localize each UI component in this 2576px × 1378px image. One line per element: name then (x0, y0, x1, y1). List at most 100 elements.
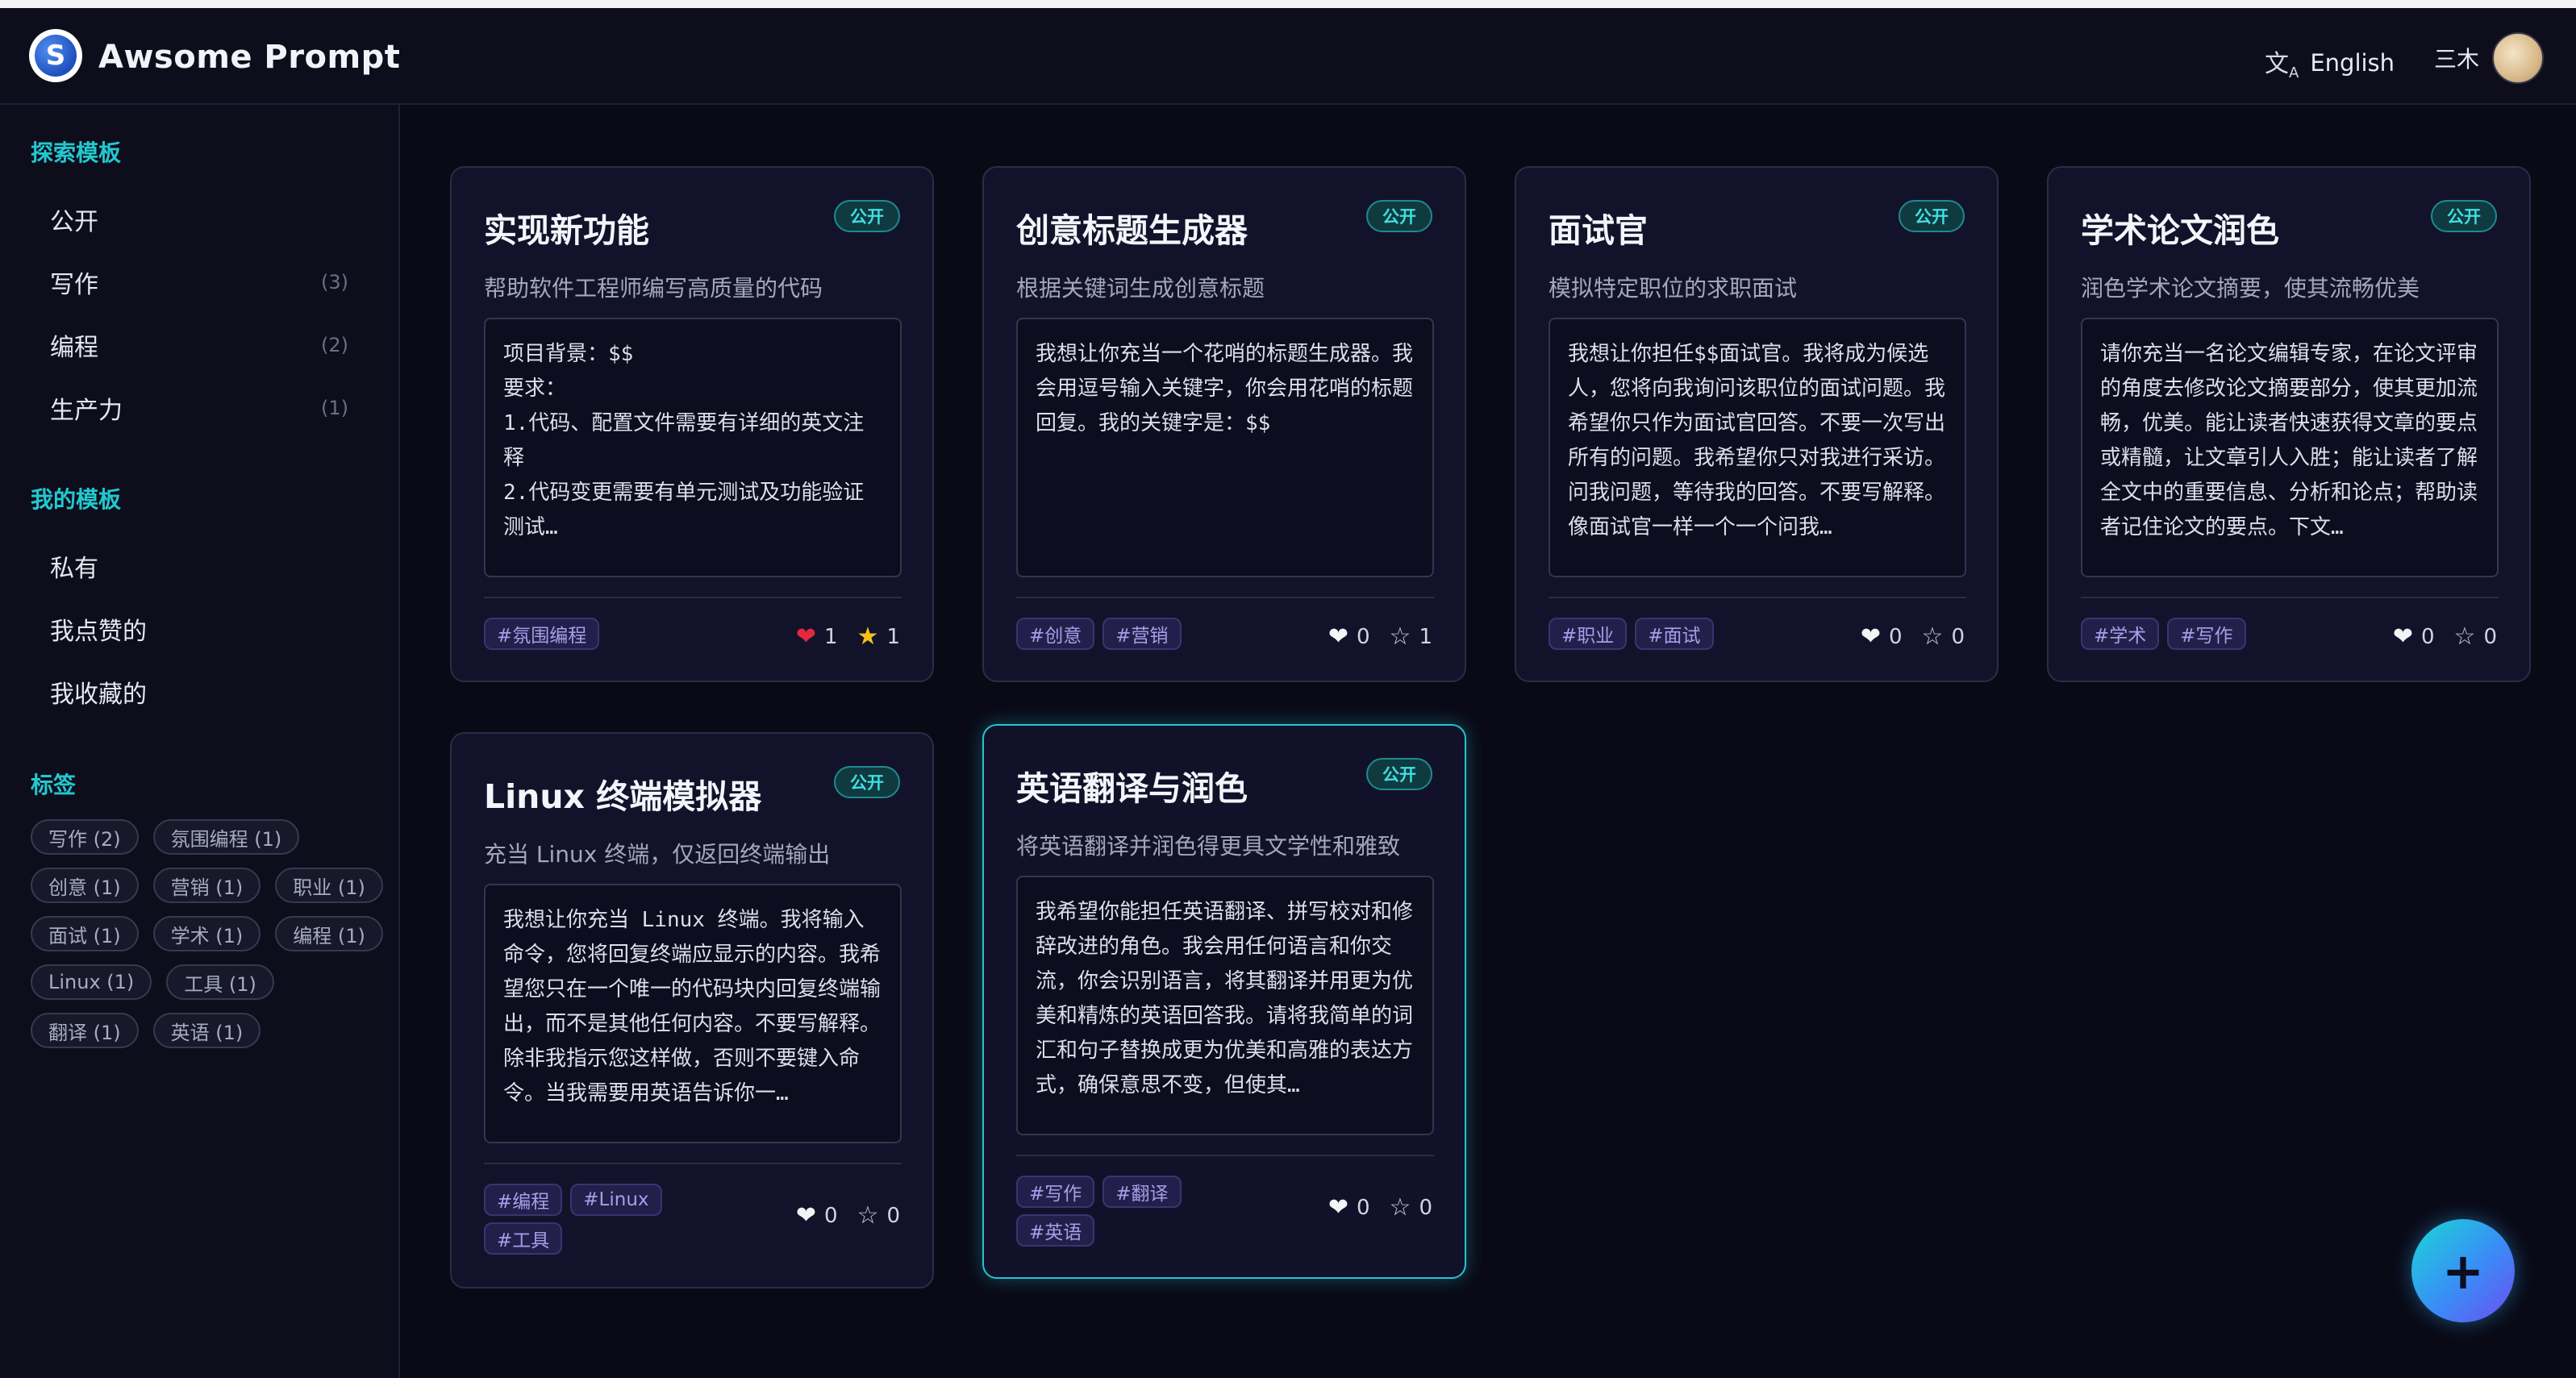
tag-chip[interactable]: 职业 (1) (275, 868, 383, 903)
avatar[interactable] (2492, 32, 2545, 84)
sidebar-item-private[interactable]: 私有 (50, 548, 348, 584)
public-badge: 公开 (1366, 200, 1432, 232)
tag-chip[interactable]: 面试 (1) (31, 916, 139, 951)
sidebar-item-programming[interactable]: 编程 (2) (50, 327, 348, 363)
card-tags: #编程 #Linux #工具 (484, 1184, 726, 1255)
like-button[interactable]: ❤ 0 (1328, 622, 1370, 651)
sidebar-item-label: 写作 (50, 271, 98, 299)
sidebar-item-liked[interactable]: 我点赞的 (50, 611, 348, 647)
tag-chip[interactable]: 学术 (1) (152, 916, 261, 951)
my-templates-section-title: 我的模板 (31, 486, 122, 513)
card-tag[interactable]: #Linux (570, 1184, 662, 1216)
logo-mark: S (35, 35, 77, 77)
window-top-strip (0, 0, 2576, 8)
card-tag[interactable]: #翻译 (1103, 1176, 1182, 1208)
sidebar-item-count: (1) (321, 397, 348, 419)
language-label: English (2310, 48, 2395, 77)
card-stats: ❤ 0 ☆ 1 (1328, 622, 1432, 651)
card-tag[interactable]: #创意 (1016, 618, 1095, 650)
card-tag[interactable]: #写作 (2167, 618, 2246, 650)
heart-filled-icon: ❤ (795, 622, 816, 651)
favorite-button[interactable]: ☆ 0 (857, 1201, 900, 1230)
template-card[interactable]: 学术论文润色 公开 润色学术论文摘要，使其流畅优美 请你充当一名论文编辑专家，在… (2047, 166, 2531, 682)
favorite-button[interactable]: ★ 1 (857, 622, 900, 651)
app-logo[interactable]: S (29, 29, 82, 82)
public-badge: 公开 (834, 766, 900, 798)
like-count: 0 (1357, 1195, 1370, 1220)
favorite-button[interactable]: ☆ 0 (1390, 1193, 1432, 1222)
card-tag[interactable]: #面试 (1635, 618, 1714, 650)
heart-icon: ❤ (1860, 622, 1881, 651)
star-outline-icon: ☆ (2453, 622, 2476, 651)
favorite-count: 0 (886, 1203, 900, 1228)
card-title: 学术论文润色 (2081, 211, 2279, 250)
star-filled-icon: ★ (857, 622, 879, 651)
like-count: 0 (1889, 624, 1903, 649)
prompt-preview: 我希望你能担任英语翻译、拼写校对和修辞改进的角色。我会用任何语言和你交流，你会识… (1016, 876, 1434, 1135)
sidebar: 探索模板 公开 写作 (3) 编程 (2) 生产力 (1) 我的模板 私有 我点… (0, 105, 400, 1378)
card-tag[interactable]: #写作 (1016, 1176, 1095, 1208)
card-tag[interactable]: #氛围编程 (484, 618, 600, 650)
sidebar-item-writing[interactable]: 写作 (3) (50, 264, 348, 300)
card-title: 英语翻译与润色 (1016, 769, 1248, 808)
card-tag[interactable]: #英语 (1016, 1214, 1095, 1247)
favorite-count: 1 (1419, 624, 1432, 649)
prompt-preview: 我想让你充当 Linux 终端。我将输入命令，您将回复终端应显示的内容。我希望您… (484, 884, 902, 1143)
card-tags: #创意 #营销 (1016, 618, 1258, 650)
translate-icon: 文A (2265, 50, 2299, 81)
card-title: 创意标题生成器 (1016, 211, 1248, 250)
like-button[interactable]: ❤ 0 (1861, 622, 1903, 651)
user-menu[interactable]: 三木 (2434, 32, 2545, 84)
sidebar-item-public[interactable]: 公开 (50, 202, 348, 237)
card-divider (1549, 597, 1966, 598)
card-tag[interactable]: #学术 (2081, 618, 2160, 650)
template-card[interactable]: 创意标题生成器 公开 根据关键词生成创意标题 我想让你充当一个花哨的标题生成器。… (982, 166, 1466, 682)
app-title[interactable]: Awsome Prompt (98, 39, 400, 76)
card-stats: ❤ 1 ★ 1 (796, 622, 900, 651)
card-title: Linux 终端模拟器 (484, 777, 762, 816)
card-tag[interactable]: #营销 (1103, 618, 1182, 650)
tag-chip[interactable]: 创意 (1) (31, 868, 139, 903)
like-button[interactable]: ❤ 0 (2393, 622, 2435, 651)
tag-chip[interactable]: 编程 (1) (275, 916, 383, 951)
favorite-button[interactable]: ☆ 0 (1922, 622, 1965, 651)
template-card[interactable]: Linux 终端模拟器 公开 充当 Linux 终端，仅返回终端输出 我想让你充… (450, 732, 934, 1288)
like-button[interactable]: ❤ 0 (1328, 1193, 1370, 1222)
tag-chip[interactable]: 翻译 (1) (31, 1013, 139, 1048)
template-card[interactable]: 面试官 公开 模拟特定职位的求职面试 我想让你担任$$面试官。我将成为候选人，您… (1515, 166, 1999, 682)
prompt-preview: 项目背景：$$ 要求： 1.代码、配置文件需要有详细的英文注释 2.代码变更需要… (484, 318, 902, 577)
tag-chip[interactable]: 营销 (1) (152, 868, 261, 903)
card-description: 根据关键词生成创意标题 (1016, 275, 1265, 302)
card-stats: ❤ 0 ☆ 0 (2393, 622, 2497, 651)
like-button[interactable]: ❤ 0 (796, 1201, 838, 1230)
like-count: 0 (1357, 624, 1370, 649)
card-tag[interactable]: #职业 (1549, 618, 1628, 650)
tag-chip[interactable]: 氛围编程 (1) (152, 819, 300, 855)
add-template-button[interactable]: + (2411, 1219, 2515, 1322)
card-divider (484, 597, 902, 598)
sidebar-item-label: 编程 (50, 334, 98, 362)
tag-chip[interactable]: 英语 (1) (152, 1013, 261, 1048)
sidebar-item-favorites[interactable]: 我收藏的 (50, 674, 348, 710)
sidebar-item-productivity[interactable]: 生产力 (1) (50, 390, 348, 426)
favorite-button[interactable]: ☆ 0 (2454, 622, 2497, 651)
card-tag[interactable]: #编程 (484, 1184, 563, 1216)
favorite-button[interactable]: ☆ 1 (1390, 622, 1432, 651)
user-name: 三木 (2434, 46, 2480, 73)
tag-chip[interactable]: 工具 (1) (166, 964, 274, 1000)
template-card[interactable]: 实现新功能 公开 帮助软件工程师编写高质量的代码 项目背景：$$ 要求： 1.代… (450, 166, 934, 682)
plus-icon: + (2442, 1241, 2484, 1301)
favorite-count: 0 (2483, 624, 2497, 649)
language-switcher[interactable]: 文A English (2265, 44, 2395, 82)
card-tags: #学术 #写作 (2081, 618, 2323, 650)
tag-chip[interactable]: 写作 (2) (31, 819, 139, 855)
template-card-selected[interactable]: 英语翻译与润色 公开 将英语翻译并润色得更具文学性和雅致 我希望你能担任英语翻译… (982, 724, 1466, 1279)
public-badge: 公开 (2431, 200, 2497, 232)
card-stats: ❤ 0 ☆ 0 (1861, 622, 1965, 651)
card-tag[interactable]: #工具 (484, 1222, 563, 1255)
public-badge: 公开 (1899, 200, 1965, 232)
tag-chip[interactable]: Linux (1) (31, 964, 152, 1000)
sidebar-item-count: (3) (321, 271, 348, 294)
star-outline-icon: ☆ (857, 1201, 879, 1230)
like-button[interactable]: ❤ 1 (796, 622, 838, 651)
